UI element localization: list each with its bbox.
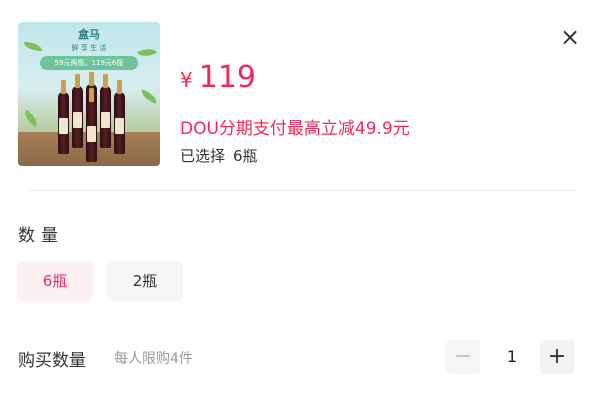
leaf-decoration (139, 89, 159, 104)
product-price: ¥119 (180, 60, 256, 95)
divider (28, 190, 576, 191)
purchase-quantity-label: 购买数量 (18, 351, 86, 371)
wine-bottle (72, 74, 83, 148)
price-amount: 119 (198, 60, 256, 95)
increment-button[interactable]: + (540, 340, 574, 374)
image-promo-banner: 59元两瓶，119元6瓶 (40, 56, 138, 70)
decrement-button[interactable]: − (446, 340, 480, 374)
selected-spec: 已选择 6瓶 (180, 145, 258, 166)
quantity-value[interactable]: 1 (492, 340, 532, 374)
close-icon[interactable]: × (557, 24, 583, 50)
wine-bottle (100, 74, 111, 148)
wine-bottle (58, 80, 69, 154)
selected-label: 已选择 (180, 147, 226, 165)
brand-logo: 盒马 (78, 28, 100, 41)
quantity-section-title: 数量 (18, 226, 64, 246)
product-image: 盒马 鲜 享 生 活 59元两瓶，119元6瓶 (18, 22, 160, 166)
selected-value: 6瓶 (233, 147, 258, 165)
purchase-limit-text: 每人限购4件 (114, 351, 193, 367)
spec-option-2-bottles[interactable]: 2瓶 (107, 261, 183, 301)
currency-symbol: ¥ (180, 68, 193, 92)
wine-bottle (86, 88, 97, 162)
wine-bottle (114, 80, 125, 154)
installment-promo: DOU分期支付最高立减49.9元 (180, 119, 410, 139)
leaf-decoration (21, 109, 41, 128)
spec-option-6-bottles[interactable]: 6瓶 (17, 261, 93, 301)
